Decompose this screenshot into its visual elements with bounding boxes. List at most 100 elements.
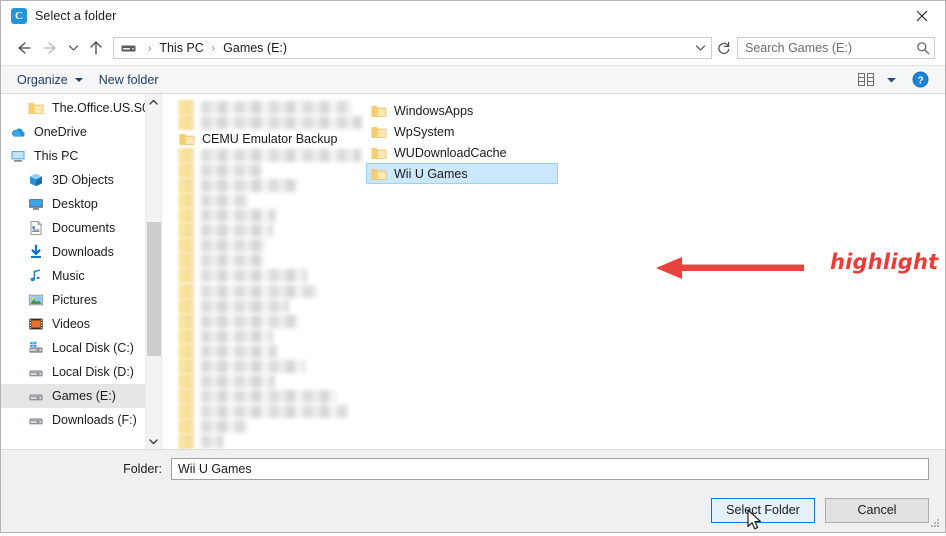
close-button[interactable]	[899, 1, 945, 31]
videos-icon	[27, 316, 45, 332]
arrow-left-annotation	[656, 254, 804, 285]
3d-objects-icon	[27, 172, 45, 188]
sidebar-item-desktop[interactable]: Desktop	[1, 192, 145, 216]
list-item-censored[interactable]	[174, 238, 366, 254]
sidebar-item-music[interactable]: Music	[1, 264, 145, 288]
close-icon	[916, 10, 928, 22]
scrollbar-thumb[interactable]	[147, 222, 161, 356]
scroll-up-button[interactable]	[146, 94, 161, 110]
help-button[interactable]: ?	[903, 71, 937, 88]
up-button[interactable]	[83, 35, 109, 61]
sidebar-item-games-e[interactable]: Games (E:)	[1, 384, 145, 408]
list-item-censored[interactable]	[174, 403, 366, 419]
sidebar-item-onedrive[interactable]: OneDrive	[1, 120, 145, 144]
list-item-censored[interactable]	[174, 223, 366, 239]
list-item-censored[interactable]	[174, 163, 366, 179]
list-item-censored[interactable]	[174, 268, 366, 284]
folder-icon	[178, 373, 194, 389]
list-item-censored[interactable]	[174, 313, 366, 329]
list-item-censored[interactable]	[174, 358, 366, 374]
list-item-censored[interactable]	[174, 298, 366, 314]
sidebar-item-downloads[interactable]: Downloads	[1, 240, 145, 264]
list-item-censored[interactable]	[174, 115, 366, 131]
list-item-censored[interactable]	[174, 100, 366, 116]
list-item[interactable]: CEMU Emulator Backup	[174, 130, 366, 148]
sidebar-item-documents[interactable]: Documents	[1, 216, 145, 240]
folder-icon	[28, 103, 44, 114]
list-item-censored[interactable]	[174, 434, 366, 449]
search-input[interactable]: Search Games (E:)	[738, 41, 912, 55]
file-list[interactable]: CEMU Emulator Backup WindowsApps WpSystem…	[162, 94, 945, 449]
list-item-censored[interactable]	[174, 388, 366, 404]
recent-locations-button[interactable]	[63, 35, 83, 61]
select-folder-button[interactable]: Select Folder	[711, 497, 815, 523]
folder-icon	[371, 103, 387, 119]
breadcrumb-item-this-pc[interactable]: This PC	[157, 41, 205, 55]
sidebar-item-label: 3D Objects	[52, 173, 114, 187]
sidebar-item-this-pc[interactable]: This PC	[1, 144, 145, 168]
list-item-label-censored	[201, 344, 277, 358]
scrollbar-track[interactable]	[146, 110, 161, 433]
view-options-dropdown[interactable]	[881, 76, 901, 84]
folder-name-input[interactable]: Wii U Games	[171, 458, 929, 480]
sidebar-item-local-disk-d[interactable]: Local Disk (D:)	[1, 360, 145, 384]
list-item-label-censored	[201, 116, 362, 130]
list-item-censored[interactable]	[174, 328, 366, 344]
list-item-censored[interactable]	[174, 418, 366, 434]
organize-button[interactable]: Organize	[9, 70, 91, 90]
list-item-censored[interactable]	[174, 343, 366, 359]
change-view-button[interactable]	[853, 73, 879, 86]
list-item-label-censored	[201, 149, 361, 163]
scroll-down-button[interactable]	[146, 433, 161, 449]
search-box[interactable]: Search Games (E:)	[737, 37, 935, 59]
folder-icon	[178, 208, 194, 224]
chevron-down-icon	[74, 77, 83, 82]
list-item-censored[interactable]	[174, 178, 366, 194]
sidebar-item-3d-objects[interactable]: 3D Objects	[1, 168, 145, 192]
list-item-label-censored	[201, 224, 273, 238]
command-bar-right: ?	[853, 71, 937, 88]
forward-button[interactable]	[37, 35, 63, 61]
arrow-up-icon	[90, 41, 102, 55]
folder-icon	[178, 268, 194, 284]
list-item-selected[interactable]: Wii U Games	[366, 163, 558, 184]
list-item-censored[interactable]	[174, 193, 366, 209]
list-item-censored[interactable]	[174, 148, 366, 164]
folder-icon	[371, 105, 387, 117]
cancel-button[interactable]: Cancel	[825, 497, 929, 523]
chevron-down-icon	[149, 438, 158, 444]
sidebar-item-local-disk-c[interactable]: Local Disk (C:)	[1, 336, 145, 360]
chevron-down-icon	[695, 45, 705, 51]
folder-icon	[178, 223, 194, 239]
refresh-button[interactable]	[713, 37, 735, 59]
sidebar-item-downloads-f[interactable]: Downloads (F:)	[1, 408, 145, 432]
new-folder-label: New folder	[98, 72, 159, 87]
list-item-label-censored	[201, 435, 223, 448]
sidebar-item-pictures[interactable]: Pictures	[1, 288, 145, 312]
folder-icon	[179, 131, 195, 147]
list-item-censored[interactable]	[174, 253, 366, 269]
breadcrumb[interactable]: › This PC › Games (E:)	[113, 37, 712, 59]
list-item-label-censored	[201, 329, 273, 343]
sidebar-scrollbar[interactable]	[145, 94, 161, 449]
list-item[interactable]: WpSystem	[366, 121, 558, 142]
list-item-label: WindowsApps	[394, 103, 474, 118]
sidebar-item-videos[interactable]: Videos	[1, 312, 145, 336]
list-item-label: WUDownloadCache	[394, 145, 507, 160]
back-button[interactable]	[11, 35, 37, 61]
sidebar-item-the-office-us-s0[interactable]: The.Office.US.S0	[1, 96, 145, 120]
breadcrumb-item-games-e[interactable]: Games (E:)	[221, 41, 289, 55]
resize-grip-icon[interactable]	[929, 517, 941, 529]
breadcrumb-dropdown-button[interactable]	[689, 38, 711, 58]
search-icon[interactable]	[912, 41, 934, 55]
list-item-censored[interactable]	[174, 208, 366, 224]
list-item[interactable]: WUDownloadCache	[366, 142, 558, 163]
list-item-censored[interactable]	[174, 283, 366, 299]
new-folder-button[interactable]: New folder	[91, 70, 167, 90]
list-item-censored[interactable]	[174, 373, 366, 389]
folder-icon	[179, 134, 195, 145]
navigation-pane: The.Office.US.S0 OneDrive This PC 3D Object…	[1, 94, 162, 449]
list-item[interactable]: WindowsApps	[366, 100, 558, 121]
3d-objects-icon	[30, 173, 42, 187]
list-item-label-censored	[201, 239, 265, 253]
